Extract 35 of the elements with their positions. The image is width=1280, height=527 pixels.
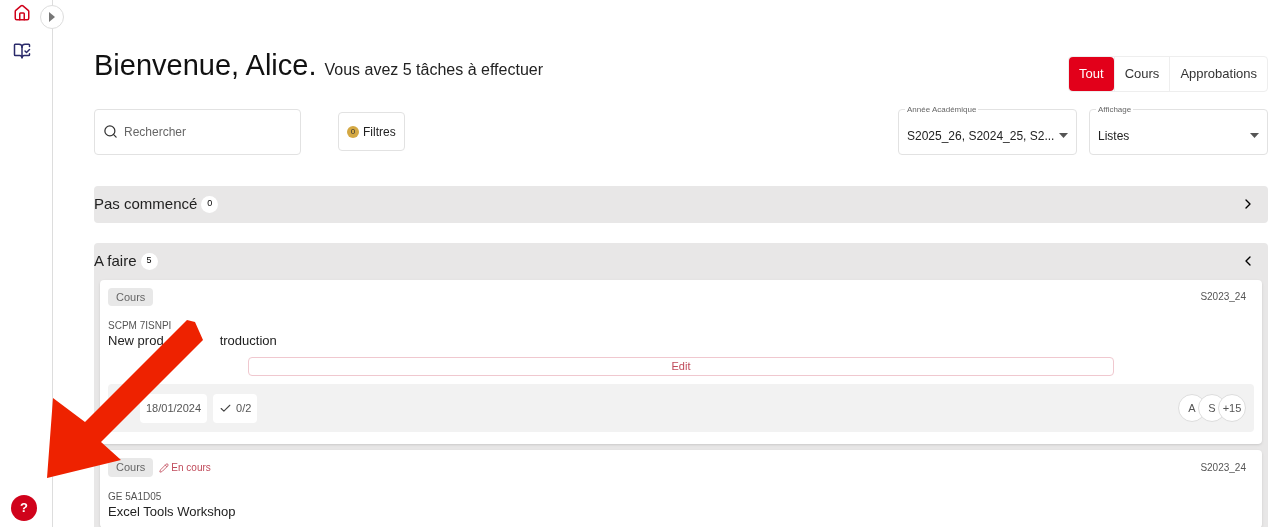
- filter-tab[interactable]: Approbations: [1169, 56, 1267, 91]
- home-icon[interactable]: [13, 4, 31, 22]
- subtitle: Vous avez 5 tâches à effectuer: [324, 60, 543, 80]
- filter-tab[interactable]: Cours: [1113, 56, 1170, 91]
- course-code: GE 5A1D05: [108, 489, 163, 504]
- date-chip: 18/01/2024: [140, 394, 208, 423]
- filters-button[interactable]: 0 Filtres: [338, 112, 405, 151]
- section-title[interactable]: Pas commencé: [94, 192, 198, 216]
- year-label: S2023_24: [1200, 461, 1247, 475]
- search-field[interactable]: Rechercher: [94, 108, 301, 155]
- dropdown-icon: [1250, 133, 1259, 138]
- course-title: troduction: [219, 333, 277, 350]
- avatar: +15: [1218, 394, 1246, 423]
- course-title: New prod: [108, 333, 164, 350]
- book-icon[interactable]: [13, 42, 31, 60]
- course-title: Excel Tools Workshop: [108, 503, 237, 520]
- sidebar-toggle[interactable]: [40, 5, 64, 29]
- caret-icon: [48, 12, 56, 22]
- section-title[interactable]: A faire: [94, 249, 137, 273]
- search-icon: [103, 124, 118, 139]
- progress-chip: 0/2: [213, 394, 258, 423]
- help-button[interactable]: ?: [11, 495, 37, 521]
- year-label: S2023_24: [1200, 290, 1247, 305]
- dropdown-icon: [1059, 133, 1068, 138]
- filter-tab[interactable]: Tout: [1069, 56, 1114, 91]
- course-tag: Cours: [108, 287, 154, 306]
- count-badge: 5: [140, 252, 158, 270]
- greeting: Bienvenue, Alice.: [94, 48, 317, 83]
- course-tag: Cours: [108, 458, 154, 477]
- search-input[interactable]: Rechercher: [124, 122, 274, 141]
- edit-button[interactable]: Edit: [248, 357, 1114, 377]
- course-code: SCPM 7ISNPI: [108, 319, 173, 333]
- status-label: En cours: [171, 461, 211, 475]
- count-badge: 0: [201, 195, 219, 213]
- pencil-icon: [159, 462, 170, 473]
